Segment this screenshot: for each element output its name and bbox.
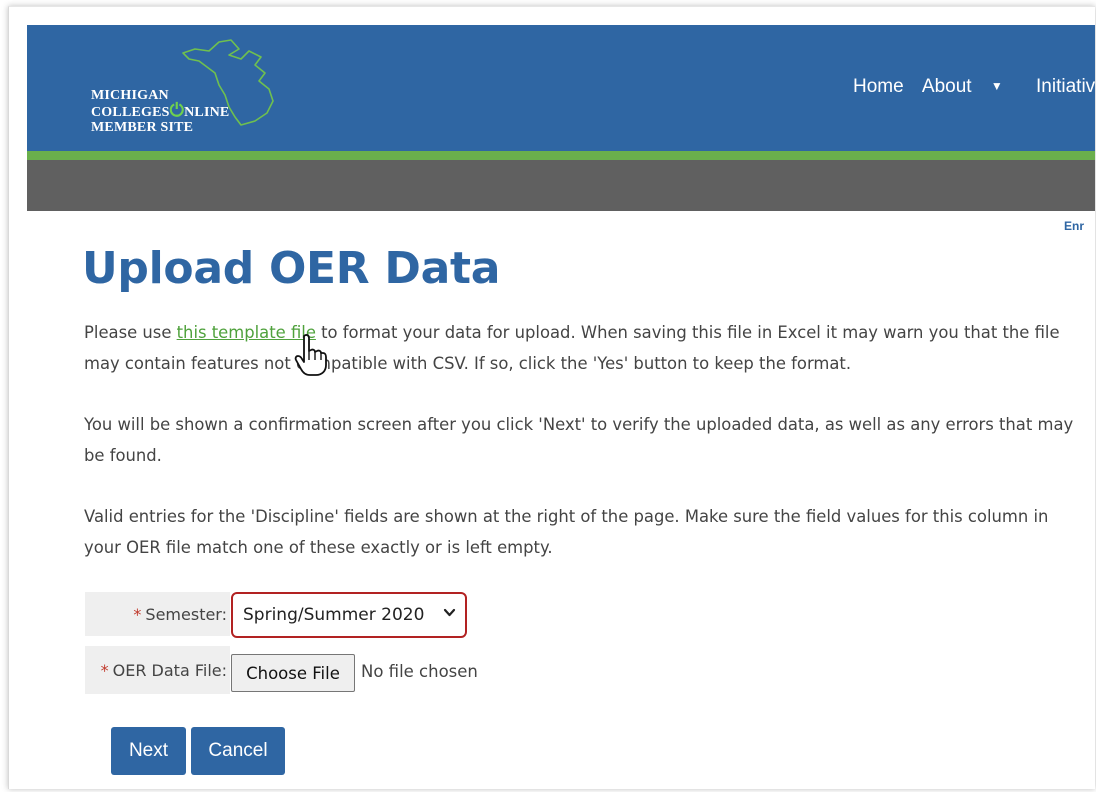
semester-label: * Semester: [85,592,230,636]
required-asterisk: * [133,604,142,624]
oer-file-label: * OER Data File: [85,646,230,694]
power-icon: ⏻ [169,100,185,121]
logo-text: MICHIGAN COLLEGES⏻NLINE MEMBER SITE [91,88,229,135]
instructions-paragraph-2: You will be shown a confirmation screen … [84,415,1074,465]
logo-line-3: MEMBER SITE [91,120,194,135]
oer-file-label-text: OER Data File: [112,660,227,680]
site-logo[interactable]: MICHIGAN COLLEGES⏻NLINE MEMBER SITE [79,37,309,137]
logo-nline: NLINE [184,105,230,120]
right-nav-fragment[interactable]: Enr [1064,219,1084,233]
main-nav: Home About ▼ Initiativ [853,76,1095,98]
instructions-paragraph-1: Please use this template file to format … [84,317,1074,379]
required-asterisk: * [100,660,109,680]
site-header: MICHIGAN COLLEGES⏻NLINE MEMBER SITE Home… [27,25,1095,151]
logo-colleges: COLLEGES [91,105,170,120]
nav-about[interactable]: About ▼ [922,76,1017,97]
next-button[interactable]: Next [111,727,186,775]
hand-pointer-cursor-icon [294,334,327,376]
caret-down-icon: ▼ [990,79,1003,93]
chevron-down-icon [443,606,456,623]
choose-file-button[interactable]: Choose File [231,654,355,692]
browser-page: MICHIGAN COLLEGES⏻NLINE MEMBER SITE Home… [8,6,1095,789]
semester-selected-value: Spring/Summer 2020 [243,605,425,625]
page-title: Upload OER Data [82,243,501,294]
logo-line-2: COLLEGES⏻NLINE [91,100,230,121]
cancel-button[interactable]: Cancel [191,727,285,775]
nav-home[interactable]: Home [853,76,904,97]
semester-label-text: Semester: [145,604,227,624]
semester-select[interactable]: Spring/Summer 2020 [231,592,467,638]
p1-text-before: Please use [84,323,177,342]
gray-subnav-bar [27,160,1095,211]
instructions-paragraph-3: Valid entries for the 'Discipline' field… [84,507,1049,557]
nav-initiatives[interactable]: Initiativ [1036,76,1095,97]
nav-about-label: About [921,76,972,97]
file-status-text: No file chosen [361,662,478,681]
logo-line-1: MICHIGAN [91,88,169,103]
green-accent-bar [27,151,1095,160]
